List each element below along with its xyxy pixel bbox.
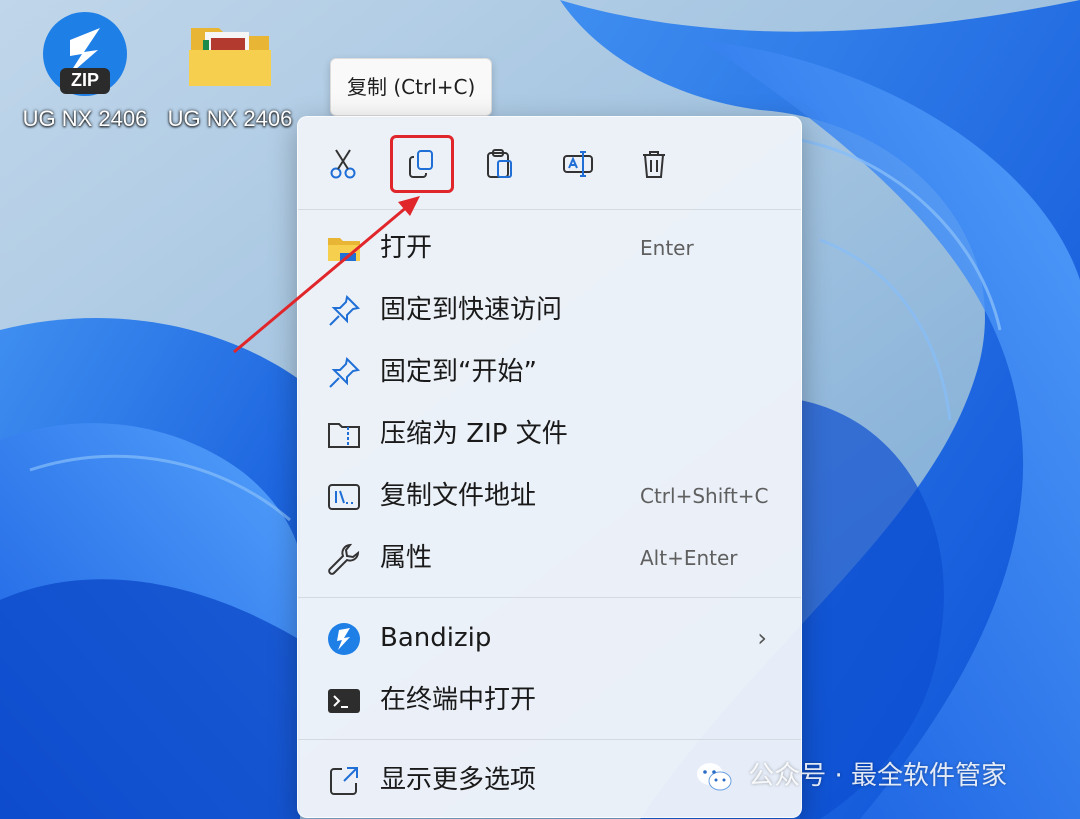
- menu-item-compress-zip[interactable]: 压缩为 ZIP 文件: [298, 403, 801, 465]
- bandizip-icon: [326, 621, 362, 657]
- folder-icon: [326, 231, 362, 267]
- wrench-icon: [326, 541, 362, 577]
- desktop-icon-folder[interactable]: UG NX 2406: [155, 10, 305, 132]
- menu-item-label: 显示更多选项: [380, 765, 537, 795]
- external-icon: [326, 763, 362, 799]
- chevron-right-icon: ›: [757, 624, 767, 652]
- menu-item-label: 复制文件地址: [380, 481, 537, 511]
- path-icon: [326, 479, 362, 515]
- paste-icon: [487, 149, 512, 178]
- trash-icon: [643, 151, 665, 178]
- menu-item-pin-quick-access[interactable]: 固定到快速访问: [298, 279, 801, 341]
- menu-item-shortcut: Ctrl+Shift+C: [640, 484, 769, 508]
- context-menu: 打开 Enter 固定到快速访问 固定到“开始” 压缩为 ZIP 文件 复制文件…: [297, 116, 802, 818]
- menu-item-pin-start[interactable]: 固定到“开始”: [298, 341, 801, 403]
- menu-item-bandizip[interactable]: Bandizip ›: [298, 607, 801, 669]
- menu-item-label: Bandizip: [380, 623, 492, 653]
- folder-icon: [185, 10, 275, 100]
- watermark-text: 公众号 · 最全软件管家: [748, 761, 1008, 791]
- wechat-icon: [697, 762, 732, 790]
- bandizip-zip-icon: ZIP: [40, 10, 130, 100]
- menu-item-shortcut: Alt+Enter: [640, 546, 738, 570]
- copy-icon: [409, 150, 433, 178]
- cut-button[interactable]: [311, 135, 375, 193]
- menu-item-label: 固定到快速访问: [380, 295, 563, 325]
- menu-item-label: 压缩为 ZIP 文件: [380, 419, 568, 449]
- menu-item-label: 在终端中打开: [380, 685, 537, 715]
- paste-button[interactable]: [468, 135, 532, 193]
- menu-item-open-terminal[interactable]: 在终端中打开: [298, 669, 801, 731]
- pin-icon: [326, 293, 362, 329]
- menu-separator: [298, 739, 801, 740]
- watermark: 公众号 · 最全软件管家: [694, 752, 1007, 800]
- context-menu-toolbar: [298, 117, 801, 209]
- desktop-icon-label: UG NX 2406: [167, 106, 293, 131]
- menu-item-open[interactable]: 打开 Enter: [298, 217, 801, 279]
- terminal-icon: [326, 683, 362, 719]
- zip-folder-icon: [326, 417, 362, 453]
- pin-icon: [326, 355, 362, 391]
- menu-item-copy-path[interactable]: 复制文件地址 Ctrl+Shift+C: [298, 465, 801, 527]
- rename-button[interactable]: [546, 135, 610, 193]
- menu-separator: [298, 597, 801, 598]
- menu-item-shortcut: Enter: [640, 236, 694, 260]
- menu-separator: [298, 209, 801, 210]
- desktop-icon-zip[interactable]: ZIP UG NX 2406: [10, 10, 160, 132]
- copy-tooltip: 复制 (Ctrl+C): [330, 58, 493, 116]
- desktop-icon-label: UG NX 2406: [22, 106, 148, 131]
- scissors-icon: [330, 149, 356, 179]
- menu-item-properties[interactable]: 属性 Alt+Enter: [298, 527, 801, 589]
- delete-button[interactable]: [622, 135, 686, 193]
- zip-badge: ZIP: [70, 70, 99, 90]
- menu-item-label: 属性: [380, 543, 433, 573]
- copy-button[interactable]: [390, 135, 454, 193]
- rename-icon: [563, 151, 593, 177]
- menu-item-label: 固定到“开始”: [380, 357, 537, 387]
- menu-item-label: 打开: [380, 233, 433, 263]
